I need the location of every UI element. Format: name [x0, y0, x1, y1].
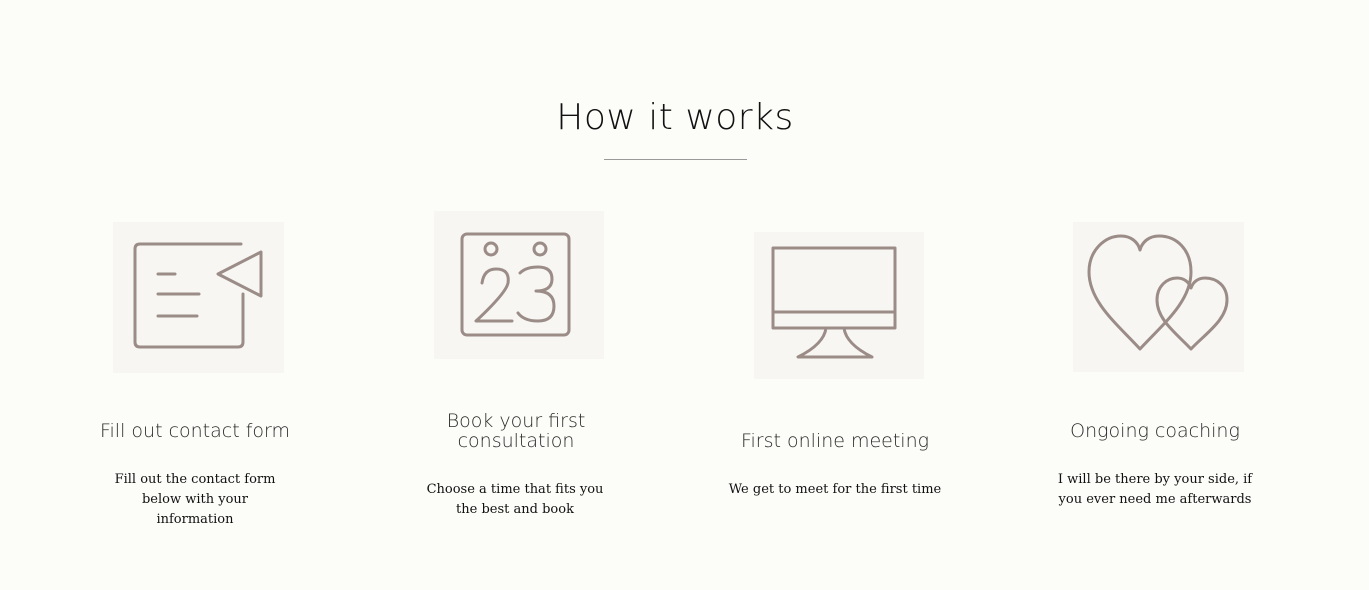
step-title: First online meeting	[740, 430, 930, 452]
step-description: Fill out the contact form below with you…	[114, 472, 276, 527]
section-title: How it works	[556, 96, 794, 138]
title-divider	[604, 159, 747, 160]
step-title: Ongoing coaching	[1070, 420, 1240, 442]
step-title: Fill out contact form	[99, 420, 291, 442]
hearts-icon	[1073, 222, 1244, 372]
step-description: I will be there by your side, if you eve…	[1057, 472, 1253, 507]
calendar-icon	[434, 211, 604, 359]
monitor-icon	[754, 232, 924, 379]
step-description: We get to meet for the first time	[728, 482, 942, 497]
contact-form-icon	[113, 222, 284, 373]
step-description: Choose a time that fits you the best and…	[426, 482, 604, 517]
step-title: Book your first consultation	[446, 410, 586, 452]
